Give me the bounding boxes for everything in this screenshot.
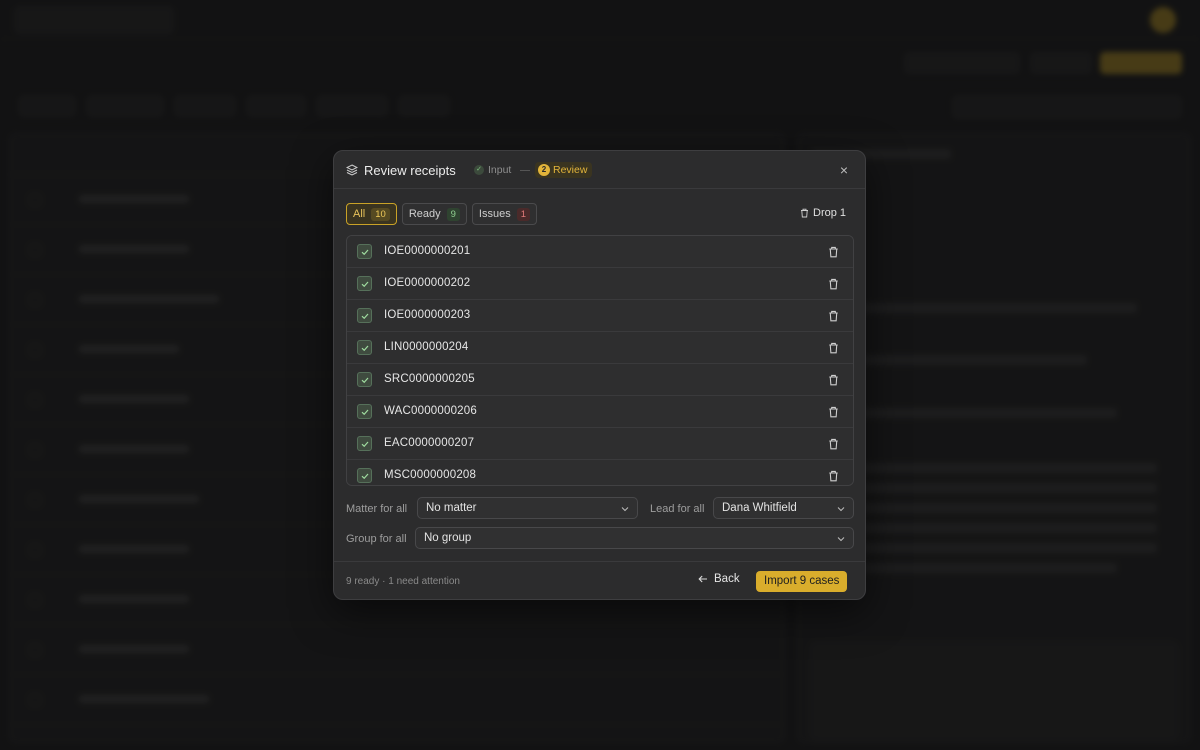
receipt-checkbox[interactable] xyxy=(357,436,372,451)
receipt-list[interactable]: IOE0000000201 IOE0000000202 IOE000000020… xyxy=(346,235,854,486)
receipt-number: IOE0000000203 xyxy=(384,309,471,321)
tab-label: Issues xyxy=(478,208,511,220)
list-item: MSC0000000208 xyxy=(347,460,853,485)
tab-count: 9 xyxy=(446,207,460,221)
tab-all[interactable]: All 10 xyxy=(346,203,397,225)
receipt-number: SRC0000000205 xyxy=(384,373,475,385)
tab-issues[interactable]: Issues 1 xyxy=(471,203,537,225)
back-label: Back xyxy=(714,573,740,585)
trash-icon[interactable] xyxy=(828,310,839,322)
receipt-checkbox[interactable] xyxy=(357,308,372,323)
check-icon xyxy=(361,409,369,416)
receipt-number: MSC0000000208 xyxy=(384,469,477,481)
matter-select[interactable]: No matter xyxy=(417,497,638,519)
check-icon xyxy=(361,473,369,480)
status-text: 9 ready · 1 need attention xyxy=(346,576,460,587)
matter-label: Matter for all xyxy=(346,503,408,515)
trash-icon[interactable] xyxy=(828,278,839,290)
trash-icon[interactable] xyxy=(828,470,839,482)
close-button[interactable]: × xyxy=(836,162,852,178)
receipt-number: WAC0000000206 xyxy=(384,405,477,417)
trash-icon[interactable] xyxy=(828,438,839,450)
chevron-down-icon xyxy=(621,507,629,512)
receipt-checkbox[interactable] xyxy=(357,404,372,419)
modal-header: Review receipts ✓ Input 2 Review × xyxy=(334,151,865,189)
step-review: 2 Review xyxy=(535,162,593,178)
review-receipts-modal: Review receipts ✓ Input 2 Review × All 1… xyxy=(333,150,866,600)
trash-icon xyxy=(801,208,808,218)
modal-title: Review receipts xyxy=(364,163,456,178)
lead-select[interactable]: Dana Whitfield xyxy=(713,497,854,519)
matter-value: No matter xyxy=(426,502,477,514)
step-separator xyxy=(520,170,530,171)
modal-footer: 9 ready · 1 need attention Back Import 9… xyxy=(334,561,865,599)
list-item: WAC0000000206 xyxy=(347,396,853,428)
check-icon xyxy=(361,377,369,384)
trash-icon[interactable] xyxy=(828,406,839,418)
lead-value: Dana Whitfield xyxy=(722,502,797,514)
close-icon: × xyxy=(839,162,849,178)
receipt-checkbox[interactable] xyxy=(357,340,372,355)
list-item: IOE0000000201 xyxy=(347,236,853,268)
trash-icon[interactable] xyxy=(828,374,839,386)
list-item: LIN0000000204 xyxy=(347,332,853,364)
back-button[interactable]: Back xyxy=(698,573,740,585)
check-icon: ✓ xyxy=(474,165,484,175)
receipt-checkbox[interactable] xyxy=(357,372,372,387)
group-select[interactable]: No group xyxy=(415,527,854,549)
trash-icon[interactable] xyxy=(828,246,839,258)
tab-ready[interactable]: Ready 9 xyxy=(401,203,467,225)
filter-tabs: All 10 Ready 9 Issues 1 xyxy=(346,203,537,225)
chevron-down-icon xyxy=(837,537,845,542)
receipt-number: LIN0000000204 xyxy=(384,341,469,353)
chevron-down-icon xyxy=(837,507,845,512)
list-item: IOE0000000203 xyxy=(347,300,853,332)
drop-issues-button[interactable]: Drop 1 xyxy=(800,207,846,219)
tab-count: 10 xyxy=(371,207,390,221)
check-icon xyxy=(361,281,369,288)
check-icon xyxy=(361,313,369,320)
step-number: 2 xyxy=(538,164,550,176)
drop-label: Drop 1 xyxy=(813,207,847,219)
list-item: SRC0000000205 xyxy=(347,364,853,396)
layers-icon xyxy=(346,164,358,176)
arrow-left-icon xyxy=(698,575,707,583)
step-input: ✓ Input xyxy=(474,164,511,176)
group-value: No group xyxy=(424,532,472,544)
trash-icon[interactable] xyxy=(828,342,839,354)
receipt-number: IOE0000000202 xyxy=(384,277,471,289)
tab-label: Ready xyxy=(408,208,441,220)
receipt-number: EAC0000000207 xyxy=(384,437,475,449)
receipt-checkbox[interactable] xyxy=(357,244,372,259)
tab-label: All xyxy=(353,208,366,220)
check-icon xyxy=(361,345,369,352)
check-icon xyxy=(361,441,369,448)
check-icon xyxy=(361,249,369,256)
receipt-number: IOE0000000201 xyxy=(384,245,471,257)
list-item: IOE0000000202 xyxy=(347,268,853,300)
receipt-checkbox[interactable] xyxy=(357,276,372,291)
lead-label: Lead for all xyxy=(650,503,705,515)
import-cases-button[interactable]: Import 9 cases xyxy=(756,571,848,592)
list-item: EAC0000000207 xyxy=(347,428,853,460)
group-label: Group for all xyxy=(346,533,407,545)
receipt-checkbox[interactable] xyxy=(357,468,372,483)
step-input-label: Input xyxy=(488,164,512,176)
tab-count: 1 xyxy=(516,207,530,221)
step-review-label: Review xyxy=(553,164,588,176)
